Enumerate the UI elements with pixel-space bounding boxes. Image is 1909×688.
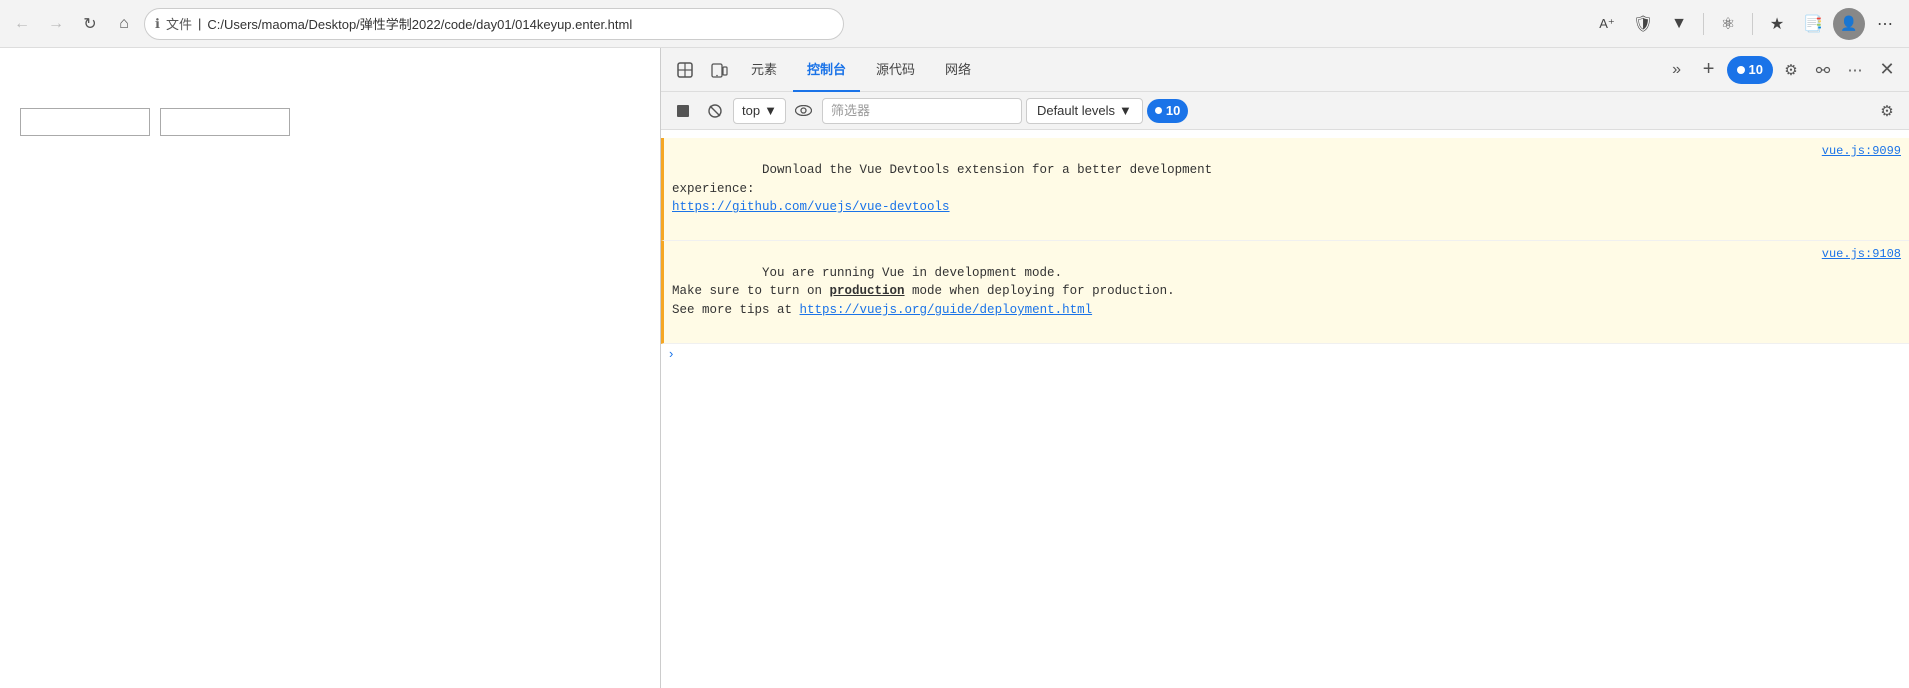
badge-count-2: 10 [1166, 103, 1180, 118]
page-area [0, 48, 660, 688]
address-bar[interactable]: ℹ 文件 | C:/Users/maoma/Desktop/弹性学制2022/c… [144, 8, 844, 40]
console-count-badge[interactable]: 10 [1147, 99, 1188, 123]
context-dropdown-label: top [742, 103, 760, 118]
more-tabs-button[interactable]: » [1663, 56, 1691, 84]
devtools-toolbar: top ▼ Default levels ▼ 10 [661, 92, 1909, 130]
home-button[interactable]: ⌂ [110, 10, 138, 38]
add-tab-button[interactable]: + [1695, 56, 1723, 84]
inspect-icon-button[interactable] [669, 54, 701, 86]
shield-button[interactable]: 🛡 [1627, 8, 1659, 40]
read-aloud-button[interactable]: A⁺ [1591, 8, 1623, 40]
badge-dot [1737, 66, 1745, 74]
console-production-text: production [830, 284, 905, 298]
tab-network[interactable]: 网络 [931, 48, 985, 92]
context-dropdown[interactable]: top ▼ [733, 98, 786, 124]
devtools-topbar-right: » + 10 ⚙ ⋯ ✕ [1663, 56, 1901, 84]
console-message-1: Download the Vue Devtools extension for … [672, 142, 1814, 236]
console-text-before-1: Download the Vue Devtools extension for … [672, 163, 1212, 196]
levels-arrow-icon: ▼ [1119, 103, 1132, 118]
devtools-close-button[interactable]: ✕ [1873, 56, 1901, 84]
more-button[interactable]: ⋯ [1869, 8, 1901, 40]
tab-source[interactable]: 源代码 [862, 48, 929, 92]
address-path: C:/Users/maoma/Desktop/弹性学制2022/code/day… [207, 14, 833, 33]
extensions-button[interactable]: ⚛ [1712, 8, 1744, 40]
collections-button[interactable]: 📑 [1797, 8, 1829, 40]
device-mode-button[interactable] [703, 54, 735, 86]
browser-top-right: A⁺ 🛡 ▼ ⚛ ★ 📑 👤 ⋯ [1591, 8, 1901, 40]
badge-dot-2 [1155, 107, 1162, 114]
devtools-panel: 元素 控制台 源代码 网络 » + 10 [660, 48, 1909, 688]
content-area: 元素 控制台 源代码 网络 » + 10 [0, 48, 1909, 688]
browser-topbar: ← → ↻ ⌂ ℹ 文件 | C:/Users/maoma/Desktop/弹性… [0, 0, 1909, 48]
dropdown-button[interactable]: ▼ [1663, 8, 1695, 40]
console-link-1[interactable]: https://github.com/vuejs/vue-devtools [672, 200, 950, 214]
console-settings-button[interactable]: ⚙ [1873, 97, 1901, 125]
filter-input[interactable] [822, 98, 1022, 124]
tab-console[interactable]: 控制台 [793, 48, 860, 92]
console-output: Download the Vue Devtools extension for … [661, 130, 1909, 688]
page-input-2[interactable] [160, 108, 290, 136]
info-icon: ℹ [155, 16, 160, 32]
page-inputs-row [20, 108, 640, 136]
favorites-button[interactable]: ★ [1761, 8, 1793, 40]
page-input-1[interactable] [20, 108, 150, 136]
clear-console-button[interactable] [701, 97, 729, 125]
badge-count: 10 [1749, 62, 1763, 77]
devtools-more-button[interactable]: ⋯ [1841, 56, 1869, 84]
console-message-2: You are running Vue in development mode.… [672, 245, 1814, 339]
console-link-2[interactable]: https://vuejs.org/guide/deployment.html [800, 303, 1093, 317]
devtools-dock-button[interactable] [1809, 56, 1837, 84]
default-levels-label: Default levels [1037, 103, 1115, 118]
address-separator: | [198, 16, 201, 31]
profile-button[interactable]: 👤 [1833, 8, 1865, 40]
console-errors-badge[interactable]: 10 [1727, 56, 1773, 84]
file-label: 文件 [166, 14, 192, 33]
browser-window: ← → ↻ ⌂ ℹ 文件 | C:/Users/maoma/Desktop/弹性… [0, 0, 1909, 688]
console-entry-3: › [661, 344, 1909, 363]
reload-button[interactable]: ↻ [76, 10, 104, 38]
console-source-2[interactable]: vue.js:9108 [1822, 245, 1901, 263]
separator-2 [1752, 13, 1753, 35]
record-button[interactable] [669, 97, 697, 125]
console-entry-1: Download the Vue Devtools extension for … [661, 138, 1909, 241]
default-levels-button[interactable]: Default levels ▼ [1026, 98, 1143, 124]
dropdown-arrow-icon: ▼ [764, 103, 777, 118]
separator-1 [1703, 13, 1704, 35]
console-source-1[interactable]: vue.js:9099 [1822, 142, 1901, 160]
back-button[interactable]: ← [8, 10, 36, 38]
eye-button[interactable] [790, 97, 818, 125]
tab-elements[interactable]: 元素 [737, 48, 791, 92]
console-entry-2: You are running Vue in development mode.… [661, 241, 1909, 344]
forward-button[interactable]: → [42, 10, 70, 38]
devtools-settings-button[interactable]: ⚙ [1777, 56, 1805, 84]
devtools-topbar: 元素 控制台 源代码 网络 » + 10 [661, 48, 1909, 92]
console-expand-arrow[interactable]: › [669, 346, 673, 361]
